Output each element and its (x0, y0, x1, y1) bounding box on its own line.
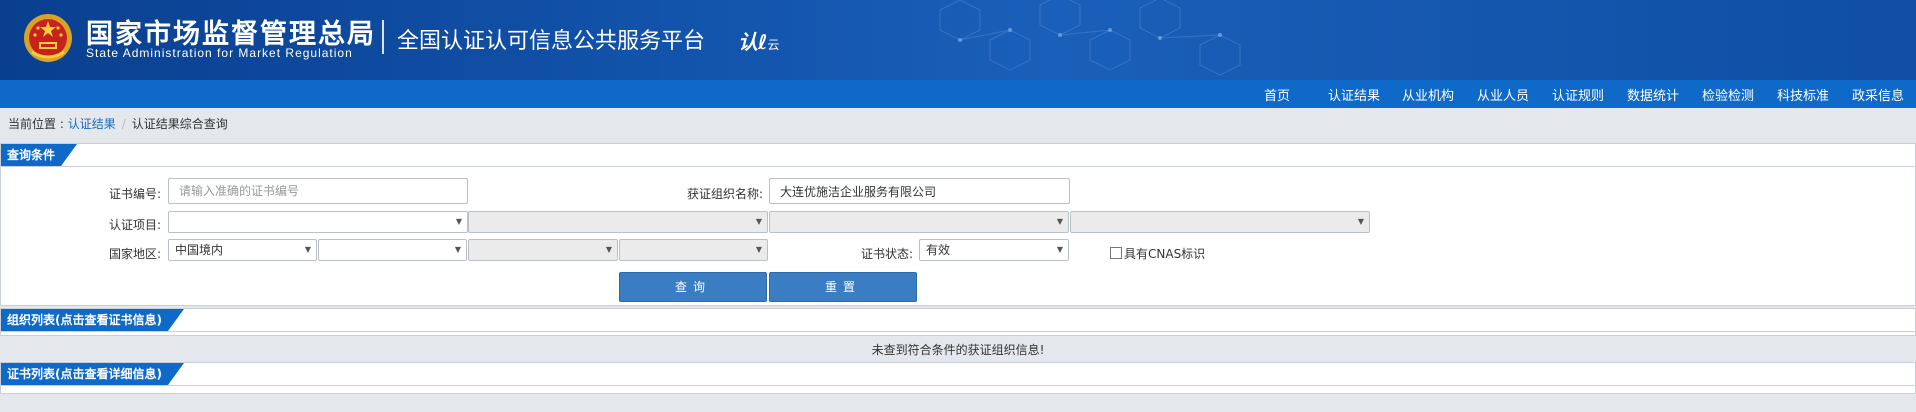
breadcrumb-current: 认证结果综合查询 (131, 117, 228, 131)
cert-list-header (1, 363, 1915, 386)
cert-no-input[interactable] (168, 178, 468, 204)
logo-char: 认 (738, 30, 758, 54)
project-select-3[interactable]: ▼ (769, 211, 1069, 233)
chevron-down-icon: ▼ (1357, 217, 1364, 226)
reset-button[interactable]: 重置 (769, 272, 917, 302)
cnas-checkbox-wrap[interactable]: 具有CNAS标识 (1110, 245, 1205, 262)
status-value: 有效 (926, 243, 951, 257)
project-select-4[interactable]: ▼ (1070, 211, 1370, 233)
org-name-label: 获证组织名称: (687, 187, 764, 201)
region-label: 国家地区: (109, 247, 162, 261)
chevron-down-icon: ▼ (755, 245, 762, 254)
status-label: 证书状态: (861, 247, 914, 261)
nav-institutions[interactable]: 从业机构 (1402, 85, 1454, 104)
status-select[interactable]: 有效 ▼ (919, 239, 1069, 261)
empty-org-message: 未查到符合条件的获证组织信息! (871, 343, 1045, 357)
search-button[interactable]: 查询 (619, 272, 767, 302)
region-select-4[interactable]: ▼ (619, 239, 768, 261)
org-list-header (1, 309, 1915, 332)
breadcrumb-link[interactable]: 认证结果 (68, 117, 116, 131)
project-select-2[interactable]: ▼ (468, 211, 768, 233)
main-nav: 首页 认证结果 从业机构 从业人员 认证规则 数据统计 检验检测 科技标准 政采… (0, 80, 1916, 108)
query-panel-header (1, 144, 1915, 167)
breadcrumb: 当前位置 : 认证结果 / 认证结果综合查询 (8, 115, 228, 132)
breadcrumb-prefix: 当前位置 : (8, 117, 68, 131)
region-select-2[interactable]: ▼ (318, 239, 467, 261)
org-list-tab: 组织列表(点击查看证书信息) (1, 309, 184, 331)
chevron-down-icon: ▼ (605, 245, 612, 254)
nav-procurement[interactable]: 政采信息 (1852, 85, 1904, 104)
region-select-3[interactable]: ▼ (468, 239, 618, 261)
project-select-1[interactable]: ▼ (168, 211, 468, 233)
chevron-down-icon: ▼ (454, 245, 461, 254)
query-panel: 查询条件 证书编号: 获证组织名称: 认证项目: ▼ ▼ ▼ ▼ 国家地区: 中… (0, 143, 1916, 306)
cert-no-label: 证书编号: (109, 187, 162, 201)
region-value: 中国境内 (175, 243, 224, 257)
nav-cert-results[interactable]: 认证结果 (1328, 85, 1380, 104)
cert-list-tab: 证书列表(点击查看详细信息) (1, 363, 184, 385)
platform-title: 全国认证认可信息公共服务平台 (397, 29, 706, 54)
chevron-down-icon: ▼ (755, 217, 762, 226)
region-select-1[interactable]: 中国境内 ▼ (168, 239, 317, 261)
nav-home[interactable]: 首页 (1264, 85, 1290, 104)
chevron-down-icon: ▼ (304, 245, 311, 254)
nav-personnel[interactable]: 从业人员 (1477, 85, 1529, 104)
nav-standards[interactable]: 科技标准 (1777, 85, 1829, 104)
chevron-down-icon: ▼ (455, 217, 462, 226)
nav-inspection[interactable]: 检验检测 (1702, 85, 1754, 104)
chevron-down-icon: ▼ (1056, 245, 1063, 254)
org-list-panel: 组织列表(点击查看证书信息) (0, 308, 1916, 336)
site-header: 国家市场监督管理总局 State Administration for Mark… (0, 0, 1916, 80)
breadcrumb-separator: / (121, 117, 126, 131)
national-emblem-icon (24, 14, 72, 62)
logo-sub-char: 云 (767, 38, 780, 52)
cert-list-panel: 证书列表(点击查看详细信息) (0, 362, 1916, 394)
nav-statistics[interactable]: 数据统计 (1627, 85, 1679, 104)
cnas-label: 具有CNAS标识 (1124, 247, 1206, 261)
cnas-checkbox[interactable] (1110, 247, 1122, 259)
project-label: 认证项目: (109, 218, 162, 232)
platform-logo: 认ℓ云 (738, 26, 779, 55)
org-name-input[interactable] (769, 178, 1070, 204)
nav-cert-rules[interactable]: 认证规则 (1552, 85, 1604, 104)
header-divider (382, 20, 384, 54)
agency-name-en: State Administration for Market Regulati… (86, 46, 353, 60)
hexagon-pattern-decoration (939, 0, 1241, 76)
chevron-down-icon: ▼ (1056, 217, 1063, 226)
